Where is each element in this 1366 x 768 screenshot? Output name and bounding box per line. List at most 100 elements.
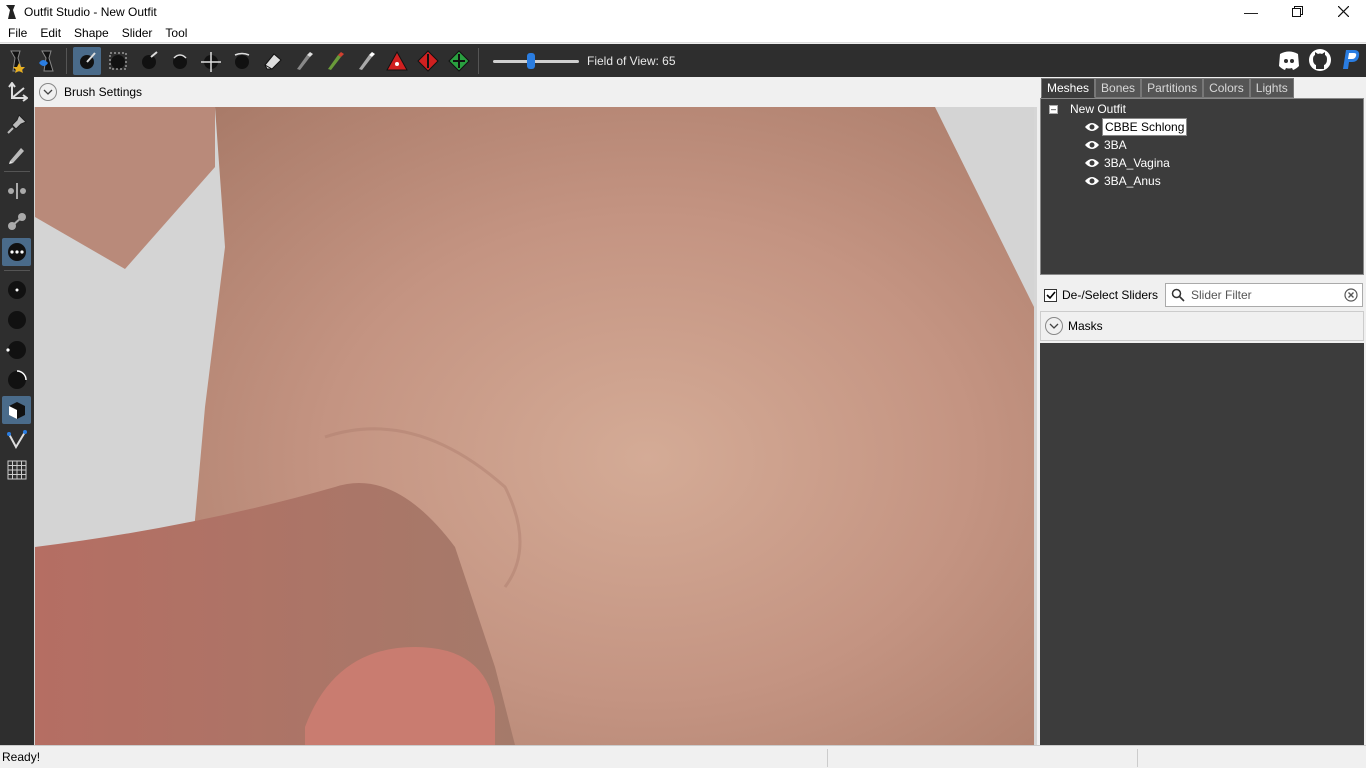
textures-button[interactable] <box>2 396 31 424</box>
viewport-3d: Brush Settings <box>34 77 1037 745</box>
deselect-sliders-label: De-/Select Sliders <box>1062 288 1159 302</box>
tab-partitions[interactable]: Partitions <box>1141 78 1204 98</box>
menu-shape[interactable]: Shape <box>69 26 114 40</box>
mesh-label: CBBE Schlong <box>1102 118 1188 136</box>
collapse-toggle[interactable]: – <box>1049 104 1058 114</box>
show-mask-button[interactable] <box>2 336 31 364</box>
mesh-item[interactable]: CBBE Schlong <box>1084 118 1188 136</box>
slider-filter-placeholder: Slider Filter <box>1191 288 1252 302</box>
eye-icon[interactable] <box>1084 139 1100 151</box>
flip-edge-button[interactable] <box>414 47 442 75</box>
deflate-brush-button[interactable] <box>166 47 194 75</box>
smooth-brush-button[interactable] <box>228 47 256 75</box>
discord-button[interactable] <box>1275 46 1303 74</box>
discord-icon <box>1278 51 1299 70</box>
inflate-brush-button[interactable] <box>135 47 163 75</box>
lighting-button[interactable] <box>2 366 31 394</box>
menu-file[interactable]: File <box>3 26 32 40</box>
tab-bones[interactable]: Bones <box>1095 78 1142 98</box>
pin-icon <box>6 114 27 134</box>
sphere-icon <box>7 311 26 329</box>
pivot-tool-button[interactable] <box>2 110 31 138</box>
mesh-item[interactable]: 3BA_Vagina <box>1084 154 1172 172</box>
eye-icon[interactable] <box>1084 121 1100 133</box>
menu-edit[interactable]: Edit <box>35 26 66 40</box>
show-wireframe-button[interactable] <box>2 306 31 334</box>
deflate-icon <box>172 53 187 69</box>
mesh-item[interactable]: 3BA <box>1084 136 1129 154</box>
close-icon <box>1337 6 1349 17</box>
vertex-edit-button[interactable] <box>2 140 31 168</box>
restore-button[interactable] <box>1274 0 1320 23</box>
menu-slider[interactable]: Slider <box>117 26 158 40</box>
github-button[interactable] <box>1306 46 1334 74</box>
split-edge-button[interactable] <box>445 47 473 75</box>
search-icon <box>1171 288 1185 302</box>
slider-list <box>1040 343 1364 745</box>
masks-toggle[interactable] <box>1045 317 1063 335</box>
move-icon <box>200 51 221 72</box>
paypal-icon <box>1342 50 1359 69</box>
edge-icon <box>6 430 27 450</box>
menu-tool[interactable]: Tool <box>160 26 192 40</box>
panel-tabs: Meshes Bones Partitions Colors Lights <box>1041 78 1294 98</box>
transform-tool-button[interactable] <box>2 79 31 107</box>
fov-slider[interactable] <box>493 47 579 75</box>
menu-bar: File Edit Shape Slider Tool <box>0 23 1366 43</box>
mesh-tree: – New Outfit CBBE Schlong 3BA 3BA_Vagina… <box>1040 98 1364 275</box>
alpha-brush-button[interactable] <box>352 47 380 75</box>
show-points-button[interactable] <box>2 276 31 304</box>
tab-colors[interactable]: Colors <box>1203 78 1250 98</box>
paypal-button[interactable] <box>1337 46 1365 74</box>
diamond-green-icon <box>447 49 470 72</box>
slider-track <box>493 59 579 63</box>
slider-filter-input[interactable]: Slider Filter <box>1165 283 1363 307</box>
cube-icon <box>8 402 25 419</box>
masks-section[interactable]: Masks <box>1040 311 1364 341</box>
mesh-item[interactable]: 3BA_Anus <box>1084 172 1163 190</box>
vertex-icon <box>7 183 26 199</box>
eye-icon[interactable] <box>1084 157 1100 169</box>
render-canvas[interactable] <box>35 107 1034 745</box>
brush-settings-bar[interactable]: Brush Settings <box>34 77 1037 107</box>
tree-root-label: New Outfit <box>1070 102 1127 116</box>
brush-settings-toggle[interactable] <box>39 83 57 101</box>
brush-settings-label: Brush Settings <box>64 85 143 99</box>
triangle-icon <box>385 50 408 70</box>
window-controls: — <box>1228 0 1366 23</box>
brush-select-icon <box>79 51 96 69</box>
connected-select-button[interactable] <box>2 207 31 235</box>
model-render <box>35 107 1034 745</box>
mirror-button[interactable] <box>2 238 31 266</box>
minimize-button[interactable]: — <box>1228 0 1274 23</box>
main-toolbar: Field of View: 65 <box>0 44 1366 77</box>
window-title: Outfit Studio - New Outfit <box>24 4 157 19</box>
toolbar-separator <box>478 47 479 74</box>
close-button[interactable] <box>1320 0 1366 23</box>
status-bar: Ready! <box>0 745 1366 768</box>
tab-lights[interactable]: Lights <box>1249 78 1294 98</box>
segment-edit-button[interactable] <box>2 426 31 454</box>
collapse-vertex-button[interactable] <box>383 47 411 75</box>
slider-thumb[interactable] <box>527 52 535 69</box>
tree-root[interactable]: – New Outfit <box>1049 102 1126 116</box>
mask-select-button[interactable] <box>104 47 132 75</box>
tab-meshes[interactable]: Meshes <box>1041 78 1096 98</box>
color-brush-icon <box>327 51 344 70</box>
eye-icon[interactable] <box>1084 175 1100 187</box>
grid-button[interactable] <box>2 456 31 484</box>
status-divider <box>827 749 828 767</box>
deselect-sliders-checkbox[interactable] <box>1044 288 1057 302</box>
weight-brush-button[interactable] <box>290 47 318 75</box>
github-icon <box>1308 49 1331 71</box>
vertex-select-button[interactable] <box>2 177 31 205</box>
clear-icon[interactable] <box>1344 288 1358 302</box>
status-text: Ready! <box>2 750 41 764</box>
move-brush-button[interactable] <box>197 47 225 75</box>
load-reference-button[interactable] <box>2 47 30 75</box>
undiff-brush-button[interactable] <box>259 47 287 75</box>
load-outfit-button[interactable] <box>33 47 61 75</box>
title-bar: Outfit Studio - New Outfit — <box>0 0 1366 23</box>
select-brush-button[interactable] <box>72 46 101 75</box>
color-brush-button[interactable] <box>321 47 349 75</box>
